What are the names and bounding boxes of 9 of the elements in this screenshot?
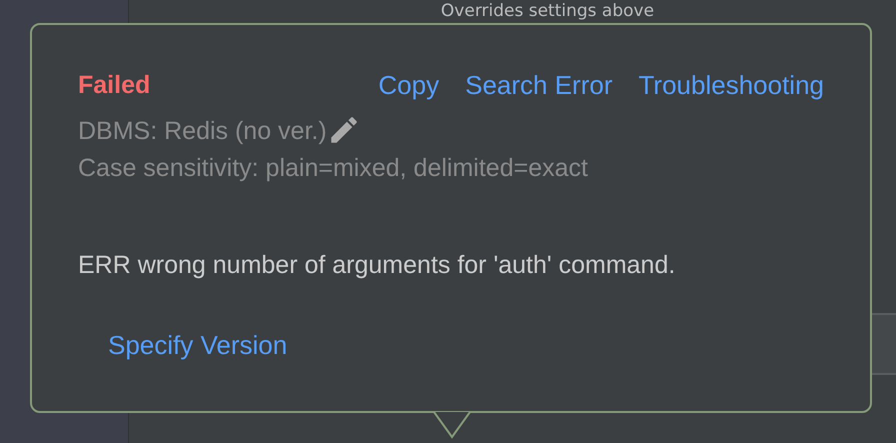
error-message: ERR wrong number of arguments for 'auth' command. [78,251,676,280]
action-link[interactable]: Troubleshooting [638,70,824,100]
hint-text: Overrides settings above [440,0,654,22]
dbms-text: DBMS: Redis (no ver.) [78,116,327,147]
specify-version-link[interactable]: Specify Version [108,330,288,360]
action-link[interactable]: Search Error [465,70,612,100]
status-text: Failed [78,70,150,100]
action-link[interactable]: Copy [378,70,440,100]
case-sensitivity-text: Case sensitivity: plain=mixed, delimited=exact [78,153,589,184]
